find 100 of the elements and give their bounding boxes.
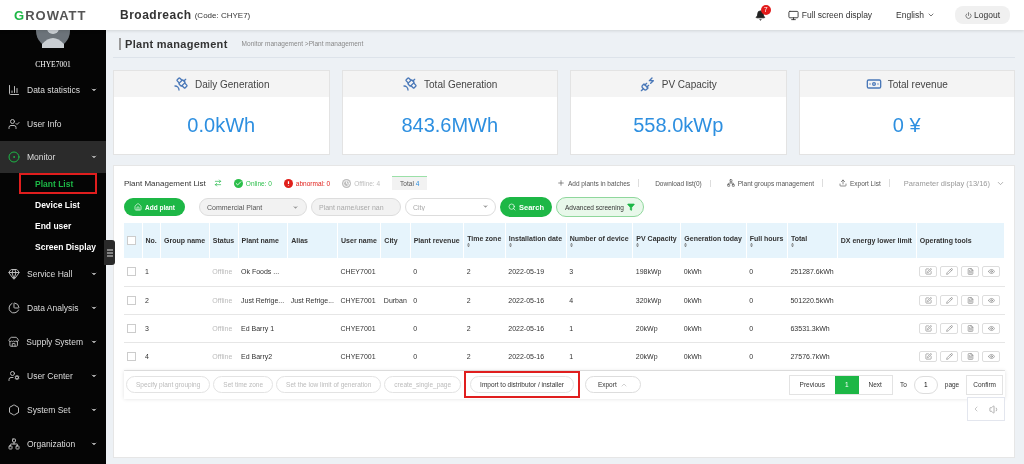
sort-icon[interactable] bbox=[749, 243, 753, 248]
caret-icon bbox=[481, 203, 489, 210]
submenu-item[interactable]: Device List bbox=[19, 194, 97, 215]
stat-value: 843.6MWh bbox=[401, 114, 499, 137]
sidebar-item[interactable]: Organization bbox=[0, 427, 106, 461]
pencil-icon bbox=[945, 268, 953, 276]
caret-icon bbox=[90, 406, 98, 414]
power-icon bbox=[965, 11, 972, 19]
caret-icon bbox=[90, 338, 98, 346]
caret-icon bbox=[90, 270, 98, 278]
sidebar-item[interactable]: Service Hall bbox=[0, 257, 106, 291]
view-button[interactable] bbox=[982, 322, 1001, 334]
caret-icon bbox=[90, 153, 98, 161]
target-icon bbox=[8, 151, 20, 163]
stat-label: Total revenue bbox=[887, 78, 948, 90]
checkbox[interactable] bbox=[127, 351, 136, 361]
store-icon bbox=[8, 336, 20, 348]
pencil-button[interactable] bbox=[940, 294, 959, 306]
stat-label: Total Generation bbox=[424, 78, 498, 90]
pencil-button[interactable] bbox=[940, 266, 959, 278]
arrows-icon[interactable] bbox=[213, 179, 222, 187]
pencil-button[interactable] bbox=[940, 350, 959, 362]
user-cog-icon bbox=[8, 370, 20, 382]
edit-icon bbox=[924, 268, 932, 276]
document-button[interactable] bbox=[961, 266, 980, 278]
satellite-icon bbox=[402, 76, 419, 92]
document-icon bbox=[966, 296, 974, 304]
edit-icon bbox=[924, 352, 932, 360]
home-icon bbox=[134, 203, 142, 211]
bell-icon[interactable] bbox=[754, 9, 766, 21]
filter-icon bbox=[626, 203, 635, 211]
caret-icon bbox=[90, 372, 98, 380]
stat-label: PV Capacity bbox=[661, 78, 717, 90]
hexagon-icon bbox=[8, 404, 20, 416]
document-button[interactable] bbox=[961, 350, 980, 362]
monitor-icon bbox=[787, 9, 799, 21]
pencil-button[interactable] bbox=[940, 322, 959, 334]
speaker-icon bbox=[988, 403, 1000, 415]
search-icon bbox=[507, 203, 516, 211]
edit-button[interactable] bbox=[919, 322, 938, 334]
caret-icon bbox=[90, 86, 98, 94]
checkbox[interactable] bbox=[127, 323, 136, 333]
collapse-handle[interactable] bbox=[104, 240, 115, 265]
stat-value: 0 ¥ bbox=[892, 114, 921, 137]
sort-icon[interactable] bbox=[508, 243, 512, 248]
logo: GROWATT bbox=[14, 7, 88, 23]
pencil-icon bbox=[945, 324, 953, 332]
edit-button[interactable] bbox=[919, 266, 938, 278]
network-icon bbox=[8, 438, 20, 450]
fullscreen-button[interactable]: Full screen display bbox=[787, 9, 873, 21]
checkbox[interactable] bbox=[127, 267, 136, 277]
plus-icon bbox=[556, 179, 565, 187]
checkbox[interactable] bbox=[127, 236, 136, 246]
logout-button[interactable]: Logout bbox=[955, 6, 1010, 24]
edit-button[interactable] bbox=[919, 294, 938, 306]
sort-icon[interactable] bbox=[569, 243, 573, 248]
sidebar-item[interactable]: Data Analysis bbox=[0, 291, 106, 325]
list-title: Plant Management List bbox=[124, 178, 206, 188]
document-icon bbox=[966, 352, 974, 360]
bar-chart-icon bbox=[8, 84, 20, 96]
edit-button[interactable] bbox=[919, 350, 938, 362]
document-icon bbox=[966, 324, 974, 332]
floating-widget[interactable] bbox=[967, 397, 1005, 421]
caret-icon bbox=[90, 440, 98, 448]
submenu-item[interactable]: Screen Display bbox=[19, 236, 97, 257]
sidebar-item[interactable]: User Center bbox=[0, 359, 106, 393]
sidebar-item[interactable]: User Info bbox=[0, 107, 106, 141]
sort-icon[interactable] bbox=[790, 243, 794, 248]
document-button[interactable] bbox=[961, 294, 980, 306]
caret-icon bbox=[927, 11, 935, 19]
stat-label: Daily Generation bbox=[195, 78, 270, 90]
organization-name: Broadreach bbox=[120, 8, 192, 22]
avatar bbox=[36, 30, 70, 48]
edit-icon bbox=[924, 324, 932, 332]
gem-icon bbox=[8, 268, 20, 280]
upload-icon bbox=[839, 179, 847, 187]
sort-icon[interactable] bbox=[684, 243, 688, 248]
sort-icon[interactable] bbox=[467, 243, 471, 248]
submenu-item[interactable]: End user bbox=[19, 215, 97, 236]
sort-icon[interactable] bbox=[636, 243, 640, 248]
sidebar-item[interactable]: Monitor bbox=[0, 141, 106, 173]
caret-icon bbox=[291, 203, 299, 211]
submenu-item[interactable]: Plant List bbox=[19, 173, 97, 194]
checkbox[interactable] bbox=[127, 295, 136, 305]
caret-icon bbox=[90, 304, 98, 312]
language-dropdown[interactable]: English bbox=[896, 10, 935, 20]
eye-icon bbox=[987, 324, 995, 332]
pencil-icon bbox=[945, 296, 953, 304]
view-button[interactable] bbox=[982, 350, 1001, 362]
document-button[interactable] bbox=[961, 322, 980, 334]
sidebar-item[interactable]: Data statistics bbox=[0, 73, 106, 107]
sidebar-item[interactable]: Supply System bbox=[0, 325, 106, 359]
view-button[interactable] bbox=[982, 294, 1001, 306]
pie-chart-icon bbox=[8, 302, 20, 314]
eye-icon bbox=[987, 268, 995, 276]
pencil-icon bbox=[945, 352, 953, 360]
sidebar-item[interactable]: System Set bbox=[0, 393, 106, 427]
edit-icon bbox=[924, 296, 932, 304]
view-button[interactable] bbox=[982, 266, 1001, 278]
banknote-icon bbox=[865, 76, 882, 92]
